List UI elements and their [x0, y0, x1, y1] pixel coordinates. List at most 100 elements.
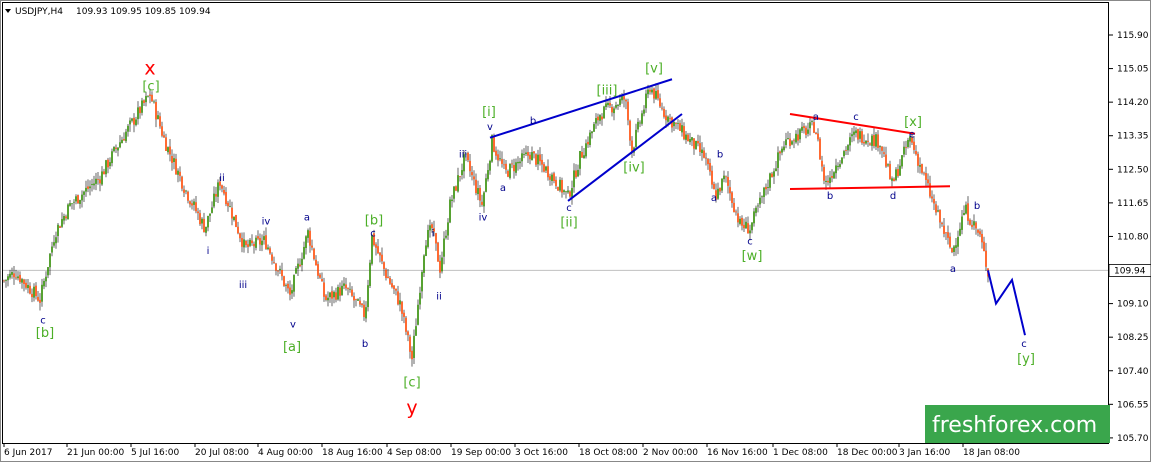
candle-body	[159, 116, 161, 127]
candle-body	[679, 123, 681, 131]
candle-body	[691, 137, 693, 141]
candle-body	[13, 273, 15, 278]
x-tick-label: 1 Dec 08:00	[773, 448, 828, 458]
candle-body	[327, 297, 329, 301]
candle-body	[321, 279, 323, 282]
candle-body	[183, 189, 185, 193]
y-tick-label: 112.50	[1117, 165, 1149, 175]
candle-body	[237, 226, 239, 234]
candle-body	[977, 229, 979, 233]
candle-body	[451, 199, 453, 202]
candle-body	[351, 289, 353, 296]
candle-body	[155, 101, 157, 120]
candle-body	[287, 283, 289, 289]
candle-body	[983, 241, 985, 252]
candle-body	[723, 175, 725, 180]
candle-body	[419, 292, 421, 305]
candle-body	[751, 222, 753, 231]
candle-body	[145, 96, 147, 103]
candle-body	[611, 106, 613, 113]
candle-body	[411, 350, 413, 360]
candle-body	[337, 286, 339, 300]
candle-body	[239, 233, 241, 239]
candle-body	[59, 226, 61, 228]
candle-body	[943, 225, 945, 234]
chart-svg[interactable]: USDJPY,H4 109.93 109.95 109.85 109.94 x[…	[0, 0, 1151, 462]
candle-body	[701, 149, 703, 154]
candle-body	[71, 203, 73, 205]
candle-body	[887, 164, 889, 166]
candle-body	[689, 139, 691, 143]
candle-body	[109, 162, 111, 167]
candle-body	[891, 178, 893, 181]
candle-body	[725, 176, 727, 178]
candle-body	[609, 102, 611, 106]
candle-body	[167, 147, 169, 153]
wave-label: ii	[219, 173, 225, 184]
candle-body	[881, 146, 883, 151]
candle-body	[123, 139, 125, 141]
wave-label: [b]	[36, 326, 54, 341]
candle-body	[31, 293, 33, 298]
candle-body	[347, 288, 349, 290]
candle-body	[647, 89, 649, 95]
candle-body	[401, 301, 403, 314]
candle-body	[361, 303, 363, 306]
candle-body	[871, 135, 873, 146]
candle-body	[387, 276, 389, 279]
candle-body	[127, 125, 129, 132]
candle-body	[335, 292, 337, 300]
candle-body	[907, 139, 909, 147]
candle-body	[437, 242, 439, 262]
candle-body	[845, 150, 847, 151]
candle-body	[551, 174, 553, 181]
x-tick-label: 18 Aug 16:00	[322, 448, 383, 458]
candle-body	[519, 161, 521, 164]
candle-body	[543, 164, 545, 172]
candle-body	[83, 191, 85, 195]
candle-body	[301, 258, 303, 266]
wave-label: [y]	[1017, 352, 1035, 367]
candle-body	[963, 213, 965, 216]
candle-body	[7, 276, 9, 281]
candle-body	[311, 245, 313, 248]
candle-body	[245, 240, 247, 246]
candle-body	[687, 134, 689, 142]
candle-body	[545, 166, 547, 171]
candle-body	[741, 217, 743, 226]
candle-body	[163, 135, 165, 138]
candle-body	[469, 160, 471, 172]
candle-body	[571, 188, 573, 198]
candle-body	[33, 286, 35, 298]
candle-body	[655, 91, 657, 99]
candle-body	[471, 172, 473, 176]
candle-body	[85, 187, 87, 192]
candle-body	[493, 136, 495, 152]
chart-window: USDJPY,H4 109.93 109.95 109.85 109.94 x[…	[0, 0, 1151, 462]
candle-body	[369, 262, 371, 286]
candle-body	[981, 233, 983, 243]
candle-body	[823, 167, 825, 181]
candle-body	[827, 180, 829, 183]
candle-body	[363, 304, 365, 317]
candle-body	[847, 145, 849, 151]
candle-body	[389, 278, 391, 284]
candle-body	[383, 262, 385, 269]
candle-body	[767, 187, 769, 188]
candle-body	[595, 118, 597, 124]
wave-label: x	[144, 58, 155, 80]
candle-body	[53, 242, 55, 246]
candle-body	[737, 213, 739, 223]
candle-body	[835, 165, 837, 174]
candle-body	[517, 161, 519, 164]
candle-body	[591, 131, 593, 134]
wave-label: c	[370, 228, 376, 239]
candle-body	[181, 176, 183, 189]
candle-body	[499, 158, 501, 160]
candle-body	[105, 160, 107, 175]
candle-body	[291, 290, 293, 294]
wave-label: ii	[436, 292, 442, 303]
candle-body	[385, 269, 387, 278]
wave-label: b	[974, 201, 980, 212]
candle-body	[283, 276, 285, 286]
